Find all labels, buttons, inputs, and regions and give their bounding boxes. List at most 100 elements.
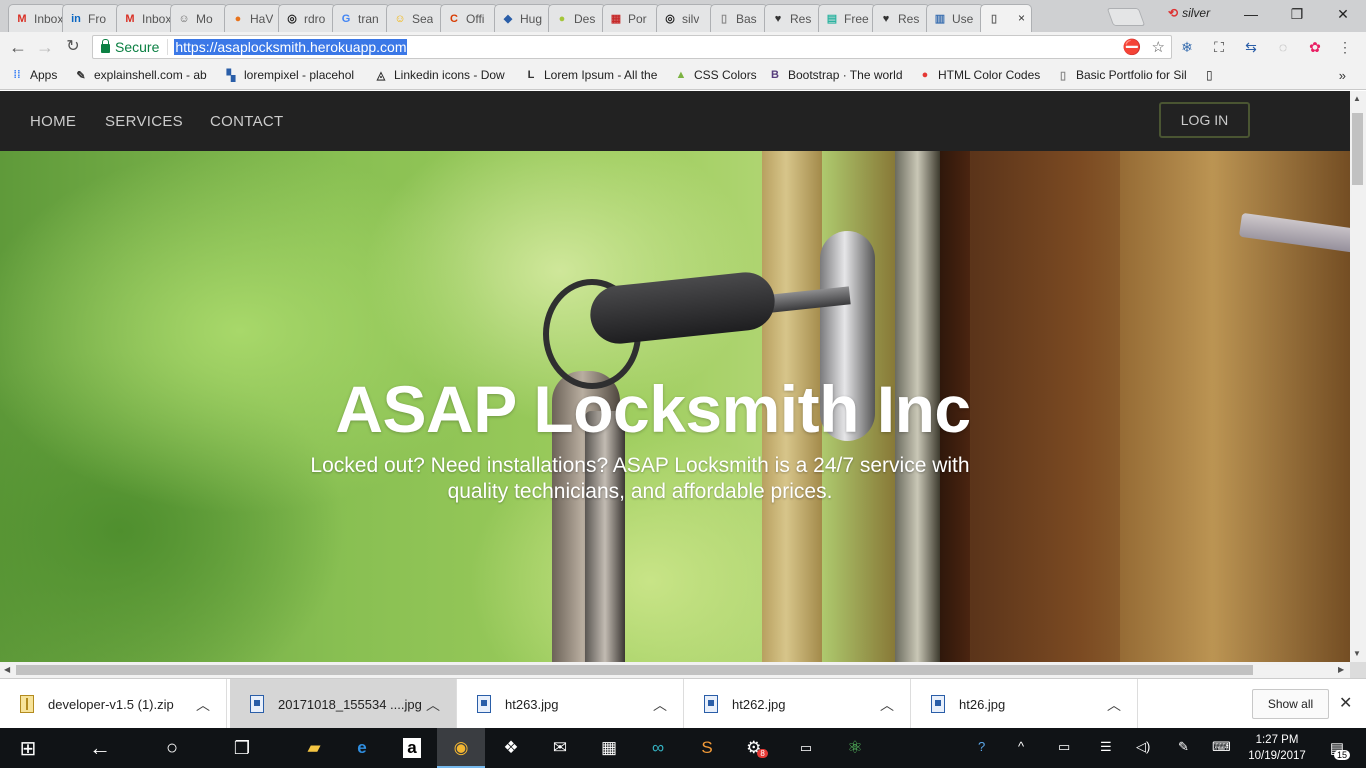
security-indicator[interactable]: Secure <box>93 39 169 55</box>
browser-tab[interactable]: ◎ rdro <box>278 4 336 32</box>
dropbox-icon[interactable]: ❖ <box>487 728 535 768</box>
maximize-button[interactable]: ❐ <box>1274 0 1320 28</box>
mail-icon[interactable]: ✉ <box>536 728 584 768</box>
extension-swap-icon[interactable]: ⇆ <box>1242 38 1260 56</box>
browser-tab[interactable]: ☺ Mo <box>170 4 228 32</box>
chrome-menu-icon[interactable]: ⋮ <box>1336 38 1354 56</box>
sublime-text-icon[interactable]: S <box>683 728 731 768</box>
back-button[interactable]: ← <box>7 37 29 57</box>
browser-tab[interactable]: ▯ Bas <box>710 4 768 32</box>
blocked-popup-icon[interactable]: ⛔ <box>1123 38 1142 56</box>
chart-icon: ▥ <box>934 13 946 25</box>
browser-tab[interactable]: ☺ Sea <box>386 4 444 32</box>
browser-tab[interactable]: ◎ silv <box>656 4 714 32</box>
store-icon[interactable]: ▦ <box>585 728 633 768</box>
volume-icon[interactable]: ◁) <box>1136 739 1150 755</box>
scroll-down-arrow-icon[interactable]: ▼ <box>1353 649 1361 658</box>
scroll-up-arrow-icon[interactable]: ▲ <box>1353 94 1361 103</box>
chevron-up-icon[interactable]: ︿ <box>426 695 440 715</box>
download-item[interactable]: ht263.jpg ︿ <box>457 679 684 729</box>
bookmark-item[interactable]: ▯ Basic Portfolio for Silv <box>1056 68 1186 82</box>
bookmark-item[interactable]: B Bootstrap · The world <box>768 68 902 82</box>
scroll-left-arrow-icon[interactable]: ◀ <box>4 665 10 674</box>
browser-tab[interactable]: C Offi <box>440 4 498 32</box>
terminal-icon[interactable]: ▭ <box>782 728 830 768</box>
login-button[interactable]: LOG IN <box>1159 102 1250 138</box>
browser-tab[interactable]: Gtran <box>332 4 390 32</box>
download-item[interactable]: ht262.jpg ︿ <box>684 679 911 729</box>
show-all-downloads-button[interactable]: Show all <box>1252 689 1329 719</box>
help-icon[interactable]: ? <box>978 739 985 754</box>
reload-button[interactable]: ↻ <box>62 37 84 57</box>
nav-home-link[interactable]: HOME <box>30 113 76 130</box>
browser-tab[interactable]: ▥ Use <box>926 4 984 32</box>
bookmark-item[interactable]: L Lorem Ipsum - All the <box>524 68 658 82</box>
cortana-icon[interactable]: ○ <box>148 728 196 768</box>
browser-tab[interactable]: in Fro <box>62 4 120 32</box>
atom-icon[interactable]: ⚛ <box>831 728 879 768</box>
chrome-icon[interactable]: ◉ <box>437 728 485 768</box>
browser-tab[interactable]: ▦ Por <box>602 4 660 32</box>
browser-tab[interactable]: ♥ Res <box>764 4 822 32</box>
extension-snowflake-icon[interactable]: ❄ <box>1178 38 1196 56</box>
horizontal-scrollbar[interactable]: ◀ ▶ <box>0 662 1350 678</box>
close-download-shelf-icon[interactable]: ✕ <box>1339 693 1352 713</box>
chevron-up-icon[interactable]: ︿ <box>653 695 667 715</box>
bookmark-page-icon[interactable]: ▯ <box>1206 68 1213 82</box>
amazon-icon[interactable]: a <box>388 728 436 768</box>
close-tab-icon[interactable]: × <box>1018 11 1025 25</box>
bookmark-item[interactable]: ● HTML Color Codes <box>918 68 1041 82</box>
bookmark-star-icon[interactable]: ☆ <box>1152 38 1165 56</box>
horizontal-scroll-thumb[interactable] <box>16 665 1253 675</box>
system-clock[interactable]: 1:27 PM 10/19/2017 <box>1244 732 1310 764</box>
edge-icon[interactable]: e <box>338 728 386 768</box>
pen-icon[interactable]: ✎ <box>1178 739 1189 755</box>
bookmark-item[interactable]: ▚ lorempixel - placehol <box>224 68 354 82</box>
tray-chevron-up-icon[interactable]: ^ <box>1018 739 1024 754</box>
chevron-up-icon[interactable]: ︿ <box>880 695 894 715</box>
url-text[interactable]: https://asaplocksmith.herokuapp.com <box>174 39 408 55</box>
action-center-icon[interactable]: ▤ 15 <box>1322 736 1352 760</box>
address-bar[interactable]: Secure https://asaplocksmith.herokuapp.c… <box>92 35 1172 59</box>
back-arrow-icon[interactable]: ← <box>76 728 124 768</box>
browser-tab[interactable]: M Inbox <box>8 4 66 32</box>
download-item[interactable]: ht26.jpg ︿ <box>911 679 1138 729</box>
active-browser-tab[interactable]: ▯ × <box>980 4 1032 32</box>
profile-button[interactable]: ⟲ silver <box>1168 6 1210 20</box>
settings-gear-icon[interactable]: ⚙ 8 <box>733 728 781 768</box>
bookmarks-overflow-button[interactable]: » <box>1339 68 1346 83</box>
new-tab-button[interactable] <box>1106 8 1146 26</box>
task-view-icon[interactable]: ❐ <box>218 728 266 768</box>
nav-contact-link[interactable]: CONTACT <box>210 113 283 130</box>
download-item[interactable]: developer-v1.5 (1).zip ︿ <box>0 679 227 729</box>
windows-start-icon[interactable]: ⊞ <box>4 728 52 768</box>
scroll-right-arrow-icon[interactable]: ▶ <box>1338 665 1344 674</box>
bookmark-item[interactable]: ◬ Linkedin icons - Dow <box>374 68 505 82</box>
extension-screenshot-icon[interactable]: ⛶ <box>1210 38 1228 56</box>
browser-tab[interactable]: ▤ Free <box>818 4 876 32</box>
keyboard-icon[interactable]: ⌨ <box>1212 739 1231 755</box>
extension-circle-icon[interactable]: ◌ <box>1274 38 1292 56</box>
browser-tab[interactable]: ◆ Hug <box>494 4 552 32</box>
extension-color-wheel-icon[interactable]: ✿ <box>1306 38 1324 56</box>
browser-tab[interactable]: ● Des <box>548 4 606 32</box>
browser-tab[interactable]: ♥ Res <box>872 4 930 32</box>
close-window-button[interactable]: ✕ <box>1320 0 1366 28</box>
browser-tab[interactable]: M Inbox <box>116 4 174 32</box>
vertical-scroll-thumb[interactable] <box>1352 113 1363 185</box>
chevron-up-icon[interactable]: ︿ <box>1107 695 1121 715</box>
arduino-icon[interactable]: ∞ <box>634 728 682 768</box>
bookmark-item[interactable]: ✎ explainshell.com - ab <box>74 68 206 82</box>
download-item[interactable]: 20171018_155534 ....jpg ︿ <box>230 679 457 729</box>
minimize-button[interactable]: — <box>1228 0 1274 28</box>
nav-services-link[interactable]: SERVICES <box>105 113 183 130</box>
bookmark-apps[interactable]: ⁞⁞ Apps <box>10 68 57 82</box>
file-explorer-icon[interactable]: ▰ <box>290 728 338 768</box>
wifi-icon[interactable]: ☰ <box>1100 739 1112 755</box>
bookmark-item[interactable]: ▲ CSS Colors <box>674 68 757 82</box>
battery-icon[interactable]: ▭ <box>1058 739 1070 755</box>
forward-button[interactable]: → <box>34 37 56 57</box>
chevron-up-icon[interactable]: ︿ <box>196 695 210 715</box>
browser-tab[interactable]: ● HaV <box>224 4 282 32</box>
vertical-scrollbar[interactable]: ▲ ▼ <box>1350 91 1366 662</box>
